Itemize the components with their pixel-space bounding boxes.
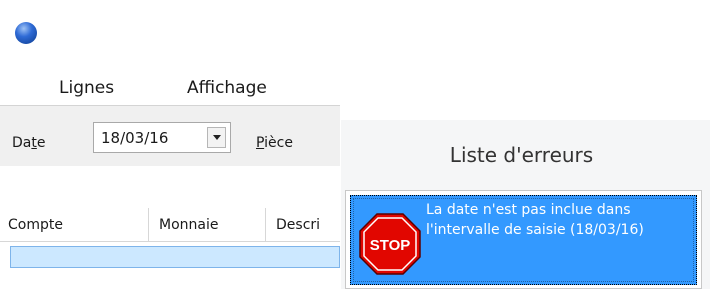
app-logo-icon [15,22,37,44]
menu-item-lignes[interactable]: Lignes [59,78,114,98]
toolbar-spacer [0,166,340,208]
piece-label: Pièce [256,135,293,151]
date-label-suffix: e [36,135,46,151]
table-row[interactable] [10,246,340,268]
date-label-prefix: Da [12,135,32,151]
piece-label-mnemonic: P [256,135,265,151]
menu-item-affichage[interactable]: Affichage [187,78,267,98]
error-message: La date n'est pas inclue dans l'interval… [426,202,644,238]
stop-icon: STOP [359,213,421,275]
menu-bar: Lignes Affichage [0,68,340,106]
error-list-item[interactable]: STOP La date n'est pas inclue dans l'int… [350,195,697,285]
piece-label-suffix: ièce [264,135,293,151]
column-header-description[interactable]: Descri [266,208,340,242]
error-list-window: Liste d'erreurs STOP La date n'est pas i… [341,120,710,289]
date-value[interactable]: 18/03/16 [101,129,168,147]
column-header-compte[interactable]: Compte [0,208,149,242]
screenshot-stage: Lignes Affichage Date 18/03/16 Pièce Com… [0,0,710,289]
stop-sign-text: STOP [370,237,411,254]
date-dropdown-button[interactable] [207,127,226,148]
column-header-monnaie[interactable]: Monnaie [149,208,266,242]
entry-toolbar: Date 18/03/16 Pièce [0,106,340,166]
error-list-title: Liste d'erreurs [449,143,594,167]
title-bar [0,0,340,68]
app-window: Lignes Affichage Date 18/03/16 Pièce Com… [0,0,340,289]
error-list: STOP La date n'est pas inclue dans l'int… [345,190,702,289]
grid-header: Compte Monnaie Descri [0,208,340,242]
date-label: Date [12,135,45,151]
chevron-down-icon [212,135,221,140]
date-combobox[interactable]: 18/03/16 [93,122,231,153]
